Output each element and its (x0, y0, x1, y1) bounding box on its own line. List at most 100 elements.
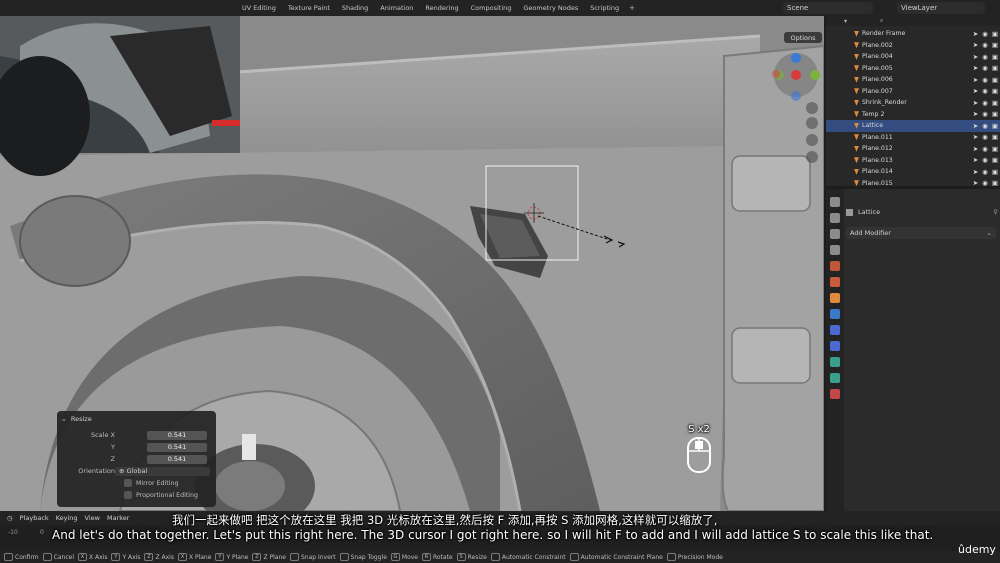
tab-texture-paint[interactable]: Texture Paint (282, 4, 336, 12)
world-tab-icon[interactable] (830, 277, 840, 287)
last-operation-panel[interactable]: ⌄ Resize Scale X 0.541 Y 0.541 Z 0.541 O… (57, 411, 216, 507)
tab-compositing[interactable]: Compositing (465, 4, 518, 12)
scale-x-field[interactable]: 0.541 (147, 430, 207, 440)
viewport-options-button[interactable]: Options (784, 32, 822, 43)
eye-icon[interactable]: ◉ (982, 122, 988, 130)
orientation-select[interactable]: ⊕ Global (115, 466, 210, 476)
select-arrow-icon[interactable]: ➤ (973, 110, 978, 118)
view-layer-selector[interactable]: ViewLayer (897, 2, 985, 14)
camera-icon[interactable]: ▣ (992, 87, 998, 95)
select-arrow-icon[interactable]: ➤ (973, 133, 978, 141)
visibility-icons[interactable]: ➤ ◉ ▣ (973, 179, 998, 186)
select-arrow-icon[interactable]: ➤ (973, 76, 978, 84)
eye-icon[interactable]: ◉ (982, 133, 988, 141)
tab-scripting[interactable]: Scripting (584, 4, 625, 12)
outliner-row[interactable]: Temp 2 ➤ ◉ ▣ (826, 109, 1000, 121)
select-arrow-icon[interactable]: ➤ (973, 179, 978, 186)
select-arrow-icon[interactable]: ➤ (973, 156, 978, 164)
select-arrow-icon[interactable]: ➤ (973, 122, 978, 130)
select-arrow-icon[interactable]: ➤ (973, 99, 978, 107)
render-tab-icon[interactable] (830, 213, 840, 223)
marker-menu[interactable]: Marker (107, 514, 129, 522)
keying-menu[interactable]: Keying (56, 514, 78, 522)
visibility-icons[interactable]: ➤ ◉ ▣ (973, 156, 998, 164)
outliner-row[interactable]: Plane.006 ➤ ◉ ▣ (826, 74, 1000, 86)
scale-z-field[interactable]: 0.541 (147, 454, 207, 464)
filter-icon[interactable]: ▾ (844, 18, 847, 25)
camera-icon[interactable]: ▣ (992, 168, 998, 176)
outliner[interactable]: ▾ ⌕ Render Frame ➤ ◉ ▣ Plane.002 ➤ ◉ ▣ Plane.004… (826, 16, 1000, 186)
view-layer-tab-icon[interactable] (830, 245, 840, 255)
eye-icon[interactable]: ◉ (982, 30, 988, 38)
mirror-editing-checkbox[interactable] (124, 479, 132, 487)
eye-icon[interactable]: ◉ (982, 53, 988, 61)
scale-y-field[interactable]: 0.541 (147, 442, 207, 452)
camera-icon[interactable]: ▣ (992, 122, 998, 130)
outliner-row[interactable]: Plane.013 ➤ ◉ ▣ (826, 155, 1000, 167)
camera-icon[interactable]: ▣ (992, 64, 998, 72)
playback-menu[interactable]: Playback (20, 514, 49, 522)
camera-icon[interactable]: ▣ (992, 41, 998, 49)
visibility-icons[interactable]: ➤ ◉ ▣ (973, 30, 998, 38)
search-icon[interactable]: ⌕ (880, 17, 883, 25)
outliner-row[interactable]: Plane.011 ➤ ◉ ▣ (826, 132, 1000, 144)
constraints-tab-icon[interactable] (830, 357, 840, 367)
eye-icon[interactable]: ◉ (982, 99, 988, 107)
particles-tab-icon[interactable] (830, 325, 840, 335)
tool-tab-icon[interactable] (830, 197, 840, 207)
add-workspace-icon[interactable]: + (625, 4, 639, 12)
eye-icon[interactable]: ◉ (982, 156, 988, 164)
eye-icon[interactable]: ◉ (982, 110, 988, 118)
eye-icon[interactable]: ◉ (982, 64, 988, 72)
outliner-row[interactable]: Lattice ➤ ◉ ▣ (826, 120, 1000, 132)
outliner-row[interactable]: Plane.002 ➤ ◉ ▣ (826, 40, 1000, 52)
visibility-icons[interactable]: ➤ ◉ ▣ (973, 53, 998, 61)
tab-animation[interactable]: Animation (374, 4, 419, 12)
camera-icon[interactable]: ▣ (992, 53, 998, 61)
scene-tab-icon[interactable] (830, 261, 840, 271)
outliner-row[interactable]: Plane.015 ➤ ◉ ▣ (826, 178, 1000, 186)
visibility-icons[interactable]: ➤ ◉ ▣ (973, 41, 998, 49)
outliner-row[interactable]: Plane.014 ➤ ◉ ▣ (826, 166, 1000, 178)
visibility-icons[interactable]: ➤ ◉ ▣ (973, 87, 998, 95)
chevron-down-icon[interactable]: ⌄ (61, 415, 67, 423)
visibility-icons[interactable]: ➤ ◉ ▣ (973, 168, 998, 176)
camera-icon[interactable]: ▣ (992, 156, 998, 164)
eye-icon[interactable]: ◉ (982, 145, 988, 153)
tab-uv-editing[interactable]: UV Editing (236, 4, 282, 12)
eye-icon[interactable]: ◉ (982, 41, 988, 49)
camera-icon[interactable]: ▣ (992, 76, 998, 84)
visibility-icons[interactable]: ➤ ◉ ▣ (973, 76, 998, 84)
select-arrow-icon[interactable]: ➤ (973, 145, 978, 153)
modifier-tab-icon[interactable] (830, 309, 840, 319)
clock-icon[interactable]: ◷ (7, 514, 13, 522)
texture-tab-icon[interactable] (830, 389, 840, 399)
outliner-row[interactable]: Shrink_Render ➤ ◉ ▣ (826, 97, 1000, 109)
eye-icon[interactable]: ◉ (982, 87, 988, 95)
eye-icon[interactable]: ◉ (982, 76, 988, 84)
pin-icon[interactable]: ⚲ (993, 208, 998, 216)
outliner-row[interactable]: Plane.005 ➤ ◉ ▣ (826, 63, 1000, 75)
camera-icon[interactable]: ▣ (992, 179, 998, 186)
eye-icon[interactable]: ◉ (982, 179, 988, 186)
visibility-icons[interactable]: ➤ ◉ ▣ (973, 133, 998, 141)
camera-icon[interactable]: ▣ (992, 145, 998, 153)
tab-geometry-nodes[interactable]: Geometry Nodes (517, 4, 584, 12)
select-arrow-icon[interactable]: ➤ (973, 30, 978, 38)
outliner-row[interactable]: Render Frame ➤ ◉ ▣ (826, 28, 1000, 40)
select-arrow-icon[interactable]: ➤ (973, 87, 978, 95)
visibility-icons[interactable]: ➤ ◉ ▣ (973, 122, 998, 130)
visibility-icons[interactable]: ➤ ◉ ▣ (973, 145, 998, 153)
tab-rendering[interactable]: Rendering (419, 4, 464, 12)
select-arrow-icon[interactable]: ➤ (973, 64, 978, 72)
proportional-editing-checkbox[interactable] (124, 491, 132, 499)
select-arrow-icon[interactable]: ➤ (973, 168, 978, 176)
view-menu[interactable]: View (85, 514, 100, 522)
scene-selector[interactable]: Scene (783, 2, 873, 14)
eye-icon[interactable]: ◉ (982, 168, 988, 176)
physics-tab-icon[interactable] (830, 341, 840, 351)
camera-icon[interactable]: ▣ (992, 110, 998, 118)
add-modifier-button[interactable]: Add Modifier ⌄ (846, 227, 996, 239)
select-arrow-icon[interactable]: ➤ (973, 41, 978, 49)
tab-shading[interactable]: Shading (336, 4, 374, 12)
